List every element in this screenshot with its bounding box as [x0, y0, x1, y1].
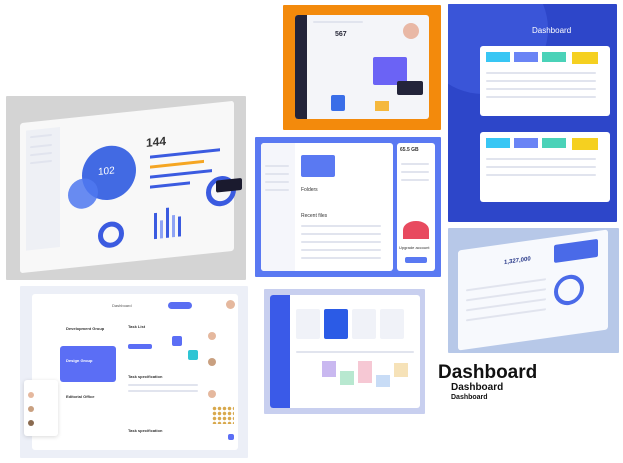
avatar: [28, 392, 34, 398]
folders-heading: Folders: [301, 187, 318, 193]
brand-name: Dashboard: [112, 303, 132, 308]
dashboard-panel: 1,327,000: [458, 229, 608, 351]
stat-card: [572, 52, 598, 64]
member-popup: [24, 380, 58, 436]
orange-dashboard-thumbnail[interactable]: 567: [283, 5, 441, 130]
caption-small: Dashboard: [451, 394, 488, 401]
avatar: [208, 358, 216, 366]
isometric-dashboard-thumbnail[interactable]: 1,327,000: [448, 228, 619, 353]
donut-chart: [98, 220, 124, 250]
avatar: [208, 332, 216, 340]
calendar-block: [322, 361, 336, 377]
action-button[interactable]: [168, 302, 192, 309]
stat-value: 1,327,000: [504, 256, 531, 267]
stat-value: 567: [335, 31, 347, 38]
tooltip: [216, 177, 242, 193]
stat-card: [572, 138, 598, 150]
bubble-value: 102: [98, 165, 115, 179]
send-button[interactable]: [228, 434, 234, 440]
stat-card: [542, 52, 566, 62]
emoji-grid: [212, 406, 234, 424]
bar: [178, 216, 181, 237]
design-group-card[interactable]: Design Group: [60, 346, 116, 382]
task-board-dashboard-thumbnail[interactable]: Dashboard Development Group Design Group…: [20, 286, 248, 458]
illustration-figure: [331, 95, 345, 111]
bubble-chart-circle-small: [68, 177, 98, 211]
storage-card: [301, 155, 335, 177]
event-card-active: [324, 309, 348, 339]
avatar: [28, 420, 34, 426]
stat-card: [542, 138, 566, 148]
task-list-title: Task List: [128, 324, 146, 329]
bar: [154, 212, 157, 240]
caption-subtitle: Dashboard: [451, 382, 504, 393]
file-manager-dashboard-thumbnail[interactable]: Folders Recent files 65.5 GB Upgrade acc…: [255, 137, 441, 277]
progress-bar: [150, 159, 204, 169]
task-specification-title: Task specification: [128, 374, 163, 379]
storage-panel: 65.5 GB Upgrade account: [397, 143, 435, 271]
blue-dashboard-thumbnail[interactable]: Dashboard: [448, 4, 617, 222]
stat-card: [486, 52, 510, 62]
storage-value: 65.5 GB: [400, 147, 419, 153]
donut-chart: [554, 272, 584, 308]
upgrade-button[interactable]: [405, 257, 427, 263]
stat-card: [514, 52, 538, 62]
calendar-block: [376, 375, 390, 387]
blue-card: [554, 238, 598, 264]
recent-files-heading: Recent files: [301, 213, 328, 219]
task-board-panel: Dashboard Development Group Design Group…: [32, 294, 238, 450]
progress-bar: [150, 148, 220, 159]
group-title: Editorial Office: [66, 394, 95, 399]
section-title: Dashboard: [532, 26, 572, 35]
thumbnail: [375, 101, 389, 111]
avatar: [226, 300, 235, 309]
avatar: [28, 406, 34, 412]
sidebar: [270, 295, 290, 408]
task-icon-tile: [172, 336, 182, 346]
calendar-dashboard-thumbnail[interactable]: [264, 289, 425, 414]
sidebar: [295, 15, 307, 119]
dashboard-panel: 567: [295, 15, 429, 119]
task-specification-title: Task specification: [128, 428, 163, 433]
dashboard-panel: [480, 132, 610, 202]
sidebar: [261, 143, 295, 271]
avatar: [403, 23, 419, 39]
calendar-block: [394, 363, 408, 377]
bar: [166, 207, 169, 238]
task-icon-tile: [188, 350, 198, 360]
event-card: [380, 309, 404, 339]
calendar-panel: [270, 295, 420, 408]
upgrade-illustration: [403, 221, 429, 239]
avatar: [208, 390, 216, 398]
bar: [160, 220, 163, 239]
analytics-dashboard-thumbnail[interactable]: 102 144: [6, 96, 246, 280]
calendar-block: [340, 371, 354, 385]
progress-bar: [150, 169, 212, 179]
stat-card: [514, 138, 538, 148]
file-manager-panel: Folders Recent files: [261, 143, 393, 271]
analytics-panel: 102 144: [20, 100, 242, 274]
bar: [172, 214, 175, 238]
progress-bar: [150, 181, 190, 189]
group-title: Development Group: [66, 326, 105, 331]
caption-title: Dashboard: [438, 362, 538, 383]
task-tag: [128, 344, 152, 349]
calendar-block: [358, 361, 372, 383]
group-title: Design Group: [66, 358, 93, 363]
event-card: [352, 309, 376, 339]
stat-card: [486, 138, 510, 148]
dashboard-panel: [480, 46, 610, 116]
upgrade-text: Upgrade account: [399, 245, 430, 250]
dark-card: [397, 81, 423, 95]
event-card: [296, 309, 320, 339]
stat-value: 144: [146, 133, 167, 151]
